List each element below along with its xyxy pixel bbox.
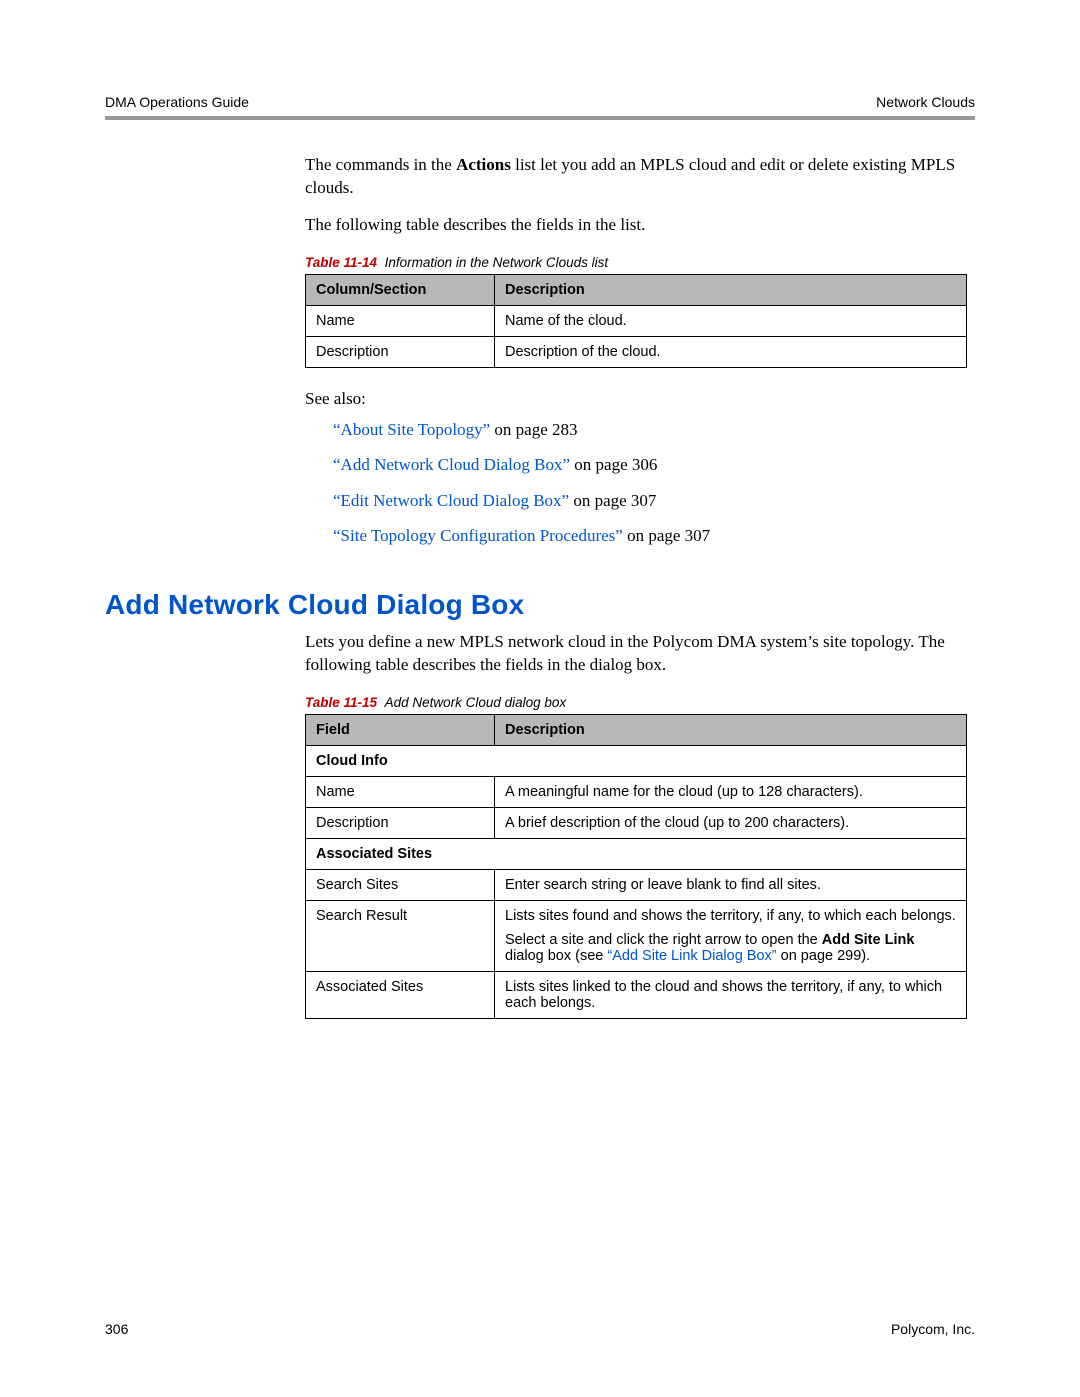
see-also-item: “Add Network Cloud Dialog Box” on page 3… xyxy=(333,452,967,478)
text: dialog box (see xyxy=(505,948,607,964)
table-number: Table 11-15 xyxy=(305,695,377,710)
table-title: Add Network Cloud dialog box xyxy=(385,695,567,710)
table-row: Description A brief description of the c… xyxy=(306,807,967,838)
table-caption-2: Table 11-15 Add Network Cloud dialog box xyxy=(305,695,967,710)
section-cell-cloud-info: Cloud Info xyxy=(306,745,967,776)
link-site-topology-config-procedures[interactable]: “Site Topology Configuration Procedures” xyxy=(333,526,623,545)
table-section-row: Cloud Info xyxy=(306,745,967,776)
table-header-row: Column/Section Description xyxy=(306,274,967,305)
text: The commands in the xyxy=(305,155,456,174)
cell: Search Sites xyxy=(306,869,495,900)
table-caption-1: Table 11-14 Information in the Network C… xyxy=(305,255,967,270)
header-right: Network Clouds xyxy=(876,94,975,110)
link-add-network-cloud-dialog[interactable]: “Add Network Cloud Dialog Box” xyxy=(333,455,570,474)
text: on page 306 xyxy=(570,455,657,474)
table-section-row: Associated Sites xyxy=(306,838,967,869)
link-add-site-link-dialog[interactable]: “Add Site Link Dialog Box” xyxy=(607,948,776,964)
text: on page 307 xyxy=(569,491,656,510)
company-name: Polycom, Inc. xyxy=(891,1321,975,1337)
table-title: Information in the Network Clouds list xyxy=(385,255,609,270)
table-number: Table 11-14 xyxy=(305,255,377,270)
see-also-item: “About Site Topology” on page 283 xyxy=(333,417,967,443)
see-also-item: “Site Topology Configuration Procedures”… xyxy=(333,523,967,549)
cell: A meaningful name for the cloud (up to 1… xyxy=(495,776,967,807)
table-row: Search Sites Enter search string or leav… xyxy=(306,869,967,900)
table-add-network-cloud-dialog: Field Description Cloud Info Name A mean… xyxy=(305,714,967,1019)
page-header: DMA Operations Guide Network Clouds xyxy=(105,94,975,116)
cell: Associated Sites xyxy=(306,971,495,1018)
page-number: 306 xyxy=(105,1321,128,1337)
cell: Description xyxy=(306,336,495,367)
cell: Name xyxy=(306,305,495,336)
table-row: Name Name of the cloud. xyxy=(306,305,967,336)
cell: Name xyxy=(306,776,495,807)
cell: Lists sites linked to the cloud and show… xyxy=(495,971,967,1018)
page: DMA Operations Guide Network Clouds The … xyxy=(0,0,1080,1397)
text: Lists sites found and shows the territor… xyxy=(505,908,956,924)
header-rule xyxy=(105,116,975,120)
col-header: Description xyxy=(495,714,967,745)
cell: Lists sites found and shows the territor… xyxy=(495,900,967,971)
col-header: Column/Section xyxy=(306,274,495,305)
table-row: Associated Sites Lists sites linked to t… xyxy=(306,971,967,1018)
section-heading-add-network-cloud: Add Network Cloud Dialog Box xyxy=(105,589,975,621)
col-header: Description xyxy=(495,274,967,305)
cell: Enter search string or leave blank to fi… xyxy=(495,869,967,900)
cell: Description xyxy=(306,807,495,838)
link-about-site-topology[interactable]: “About Site Topology” xyxy=(333,420,490,439)
cell: Description of the cloud. xyxy=(495,336,967,367)
body-column: The commands in the Actions list let you… xyxy=(305,154,967,549)
intro-paragraph-2: The following table describes the fields… xyxy=(305,214,967,237)
text: Select a site and click the right arrow … xyxy=(505,932,822,948)
table-row: Name A meaningful name for the cloud (up… xyxy=(306,776,967,807)
cell: Search Result xyxy=(306,900,495,971)
cell: A brief description of the cloud (up to … xyxy=(495,807,967,838)
cell: Name of the cloud. xyxy=(495,305,967,336)
col-header: Field xyxy=(306,714,495,745)
see-also-block: See also: “About Site Topology” on page … xyxy=(305,388,967,549)
table-row: Description Description of the cloud. xyxy=(306,336,967,367)
text: Select a site and click the right arrow … xyxy=(505,932,956,964)
see-also-label: See also: xyxy=(305,388,967,411)
section-cell-associated-sites: Associated Sites xyxy=(306,838,967,869)
add-site-link-bold: Add Site Link xyxy=(822,932,915,948)
table-header-row: Field Description xyxy=(306,714,967,745)
text: on page 307 xyxy=(623,526,710,545)
link-edit-network-cloud-dialog[interactable]: “Edit Network Cloud Dialog Box” xyxy=(333,491,569,510)
table-row: Search Result Lists sites found and show… xyxy=(306,900,967,971)
see-also-item: “Edit Network Cloud Dialog Box” on page … xyxy=(333,488,967,514)
text: on page 283 xyxy=(490,420,577,439)
see-also-links: “About Site Topology” on page 283 “Add N… xyxy=(333,417,967,549)
header-left: DMA Operations Guide xyxy=(105,94,249,110)
intro-paragraph-1: The commands in the Actions list let you… xyxy=(305,154,967,200)
page-footer: 306 Polycom, Inc. xyxy=(105,1321,975,1337)
actions-word: Actions xyxy=(456,155,511,174)
text: on page 299). xyxy=(777,948,871,964)
table-network-clouds-list: Column/Section Description Name Name of … xyxy=(305,274,967,368)
section-paragraph: Lets you define a new MPLS network cloud… xyxy=(305,631,967,677)
body-column-2: Lets you define a new MPLS network cloud… xyxy=(305,631,967,1019)
